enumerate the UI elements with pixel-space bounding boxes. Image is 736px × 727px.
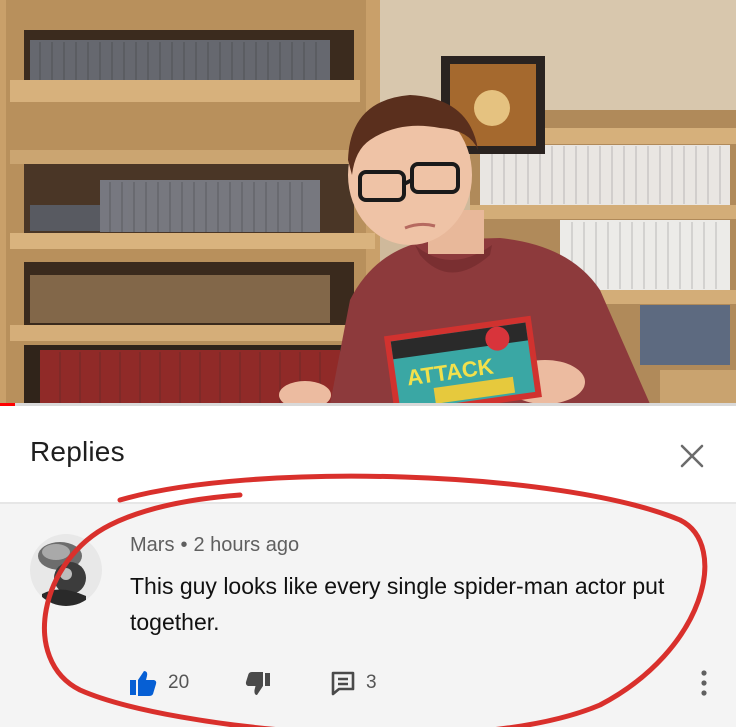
thumbs-up-icon [130,671,157,696]
meta-separator: • [180,534,188,556]
avatar[interactable] [30,534,102,606]
avatar-image-icon [30,534,102,606]
replies-panel-header: Replies [0,406,736,502]
replies-title: Replies [30,436,125,467]
more-options-button[interactable] [694,666,714,700]
reply-button[interactable]: 3 [330,668,377,698]
reply-comment-icon [331,671,355,696]
comment-author[interactable]: Mars [130,534,174,556]
like-button[interactable]: 20 [128,668,189,698]
video-scene: ATTACK [0,0,736,404]
comment-actions: 20 3 [128,668,718,698]
video-frame[interactable]: ATTACK [0,0,736,404]
comment-item: Mars • 2 hours ago This guy looks like eve… [0,504,736,727]
comment-meta: Mars • 2 hours ago [130,534,299,557]
close-button[interactable] [672,436,712,476]
more-vert-icon [701,670,707,696]
like-count: 20 [168,672,190,693]
reply-count: 3 [366,672,377,693]
comment-text: This guy looks like every single spider-… [130,573,665,635]
thumbs-down-icon [245,672,270,695]
dislike-button[interactable] [244,668,272,698]
close-icon [680,444,704,468]
comment-timestamp: 2 hours ago [193,534,300,556]
